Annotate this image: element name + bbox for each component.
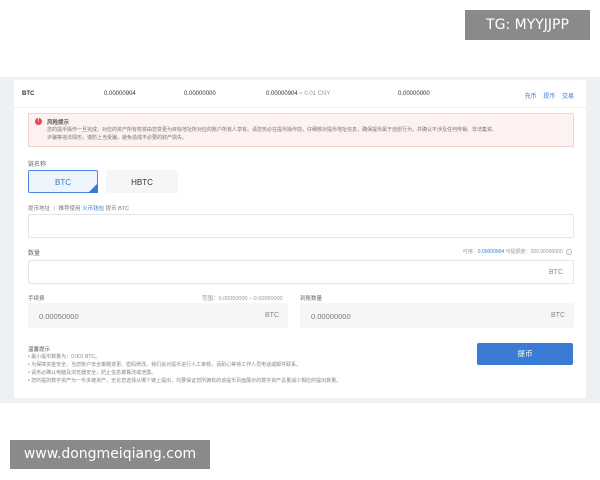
tips-title: 温馨提示 (28, 347, 51, 353)
deposit-link[interactable]: 充币 (525, 94, 537, 100)
received-label: 到账数量 (300, 296, 323, 302)
amount-unit: BTC (549, 269, 563, 276)
fee-label: 手续费 (28, 296, 45, 302)
received-field: 0.00000000 BTC (300, 303, 574, 328)
risk-text-line1: 您的提币操作一旦完成，对应的资产所有权将由您变更为目标地址所对应的账户所有人享有… (47, 127, 498, 133)
available-info: 可用：0.00000904 可提额度：200.00000000 i (463, 248, 572, 255)
withdraw-link[interactable]: 提币 (543, 94, 555, 100)
chain-option-btc-label: BTC (55, 178, 71, 187)
trade-link[interactable]: 交易 (562, 94, 574, 100)
tip-item: • 为保障资金安全，当您账户安全策略变更、密码修改、我们会对提币进行人工审核，请… (28, 362, 302, 368)
chain-option-hbtc-label: HBTC (131, 178, 153, 187)
address-label: 提币地址 (28, 206, 51, 212)
fee-unit: BTC (265, 312, 279, 319)
balance-cny: ≈ 0.01 CNY (299, 91, 331, 97)
withdraw-panel: BTC 0.00000904 0.00000000 0.00000904 ≈ 0… (14, 80, 586, 398)
chain-option-hbtc[interactable]: HBTC (106, 170, 178, 193)
received-value: 0.00000000 (311, 312, 351, 321)
risk-title: 风险提示 (47, 120, 70, 126)
address-hint-post: 提币 BTC (105, 206, 130, 212)
risk-warning: ! 风险提示 您的提币操作一旦完成，对应的资产所有权将由您变更为目标地址所对应的… (28, 113, 574, 147)
balance-actions: 充币 提币 交易 (520, 91, 574, 100)
fee-field: 0.00050000 BTC (28, 303, 288, 328)
fee-range: 范围：0.00050000 – 0.00050000 (202, 296, 283, 302)
balance-available: 0.00000904 ≈ 0.01 CNY (266, 91, 331, 97)
chain-option-btc[interactable]: BTC ✓ (28, 170, 98, 193)
limit-value: 200.00000000 (530, 249, 563, 255)
watermark-top: TG: MYYJJPP (465, 10, 590, 40)
check-icon: ✓ (91, 180, 96, 186)
received-unit: BTC (551, 312, 565, 319)
info-icon[interactable]: i (566, 248, 572, 255)
address-label-row: 提币地址 | 推荐使用 火币钱包 提币 BTC (28, 204, 129, 212)
chain-label: 链名称 (28, 162, 47, 168)
tip-item: • 请务必确认电脑及浏览器安全，防止信息被篡改或泄露。 (28, 370, 157, 376)
limit-label: 可提额度： (505, 249, 531, 255)
available-label: 可用： (462, 249, 478, 255)
submit-withdraw-button[interactable]: 提币 (477, 343, 573, 365)
amount-label: 数量 (28, 251, 41, 257)
address-input[interactable] (28, 214, 574, 238)
balance-total: 0.00000904 (104, 91, 136, 97)
balance-row: BTC 0.00000904 0.00000000 0.00000904 ≈ 0… (14, 80, 586, 108)
address-separator: | (53, 206, 55, 212)
available-value: 0.00000904 (477, 249, 505, 255)
fee-value: 0.00050000 (39, 312, 79, 321)
wallet-link[interactable]: 火币钱包 (82, 206, 104, 212)
tip-item: • 最小提币数量为：0.001 BTC。 (28, 354, 101, 360)
page: TG: MYYJJPP BTC 0.00000904 0.00000000 0.… (0, 0, 600, 480)
balance-coin: BTC (22, 91, 35, 97)
watermark-bottom: www.dongmeiqiang.com (10, 440, 210, 469)
balance-other: 0.00000000 (398, 91, 430, 97)
alert-icon: ! (35, 118, 42, 125)
tip-item: • 您所提的数字资产为一币多链资产，无论您选择从哪个链上提出，均要保证您所拥有的… (28, 378, 342, 384)
balance-frozen: 0.00000000 (184, 91, 216, 97)
address-hint-pre: 推荐使用 (58, 206, 81, 212)
risk-text-line2: 诈骗等违法情形，谨防上当受骗，避免造成不必要的财产损失。 (47, 135, 188, 141)
amount-input[interactable]: BTC (28, 260, 574, 284)
